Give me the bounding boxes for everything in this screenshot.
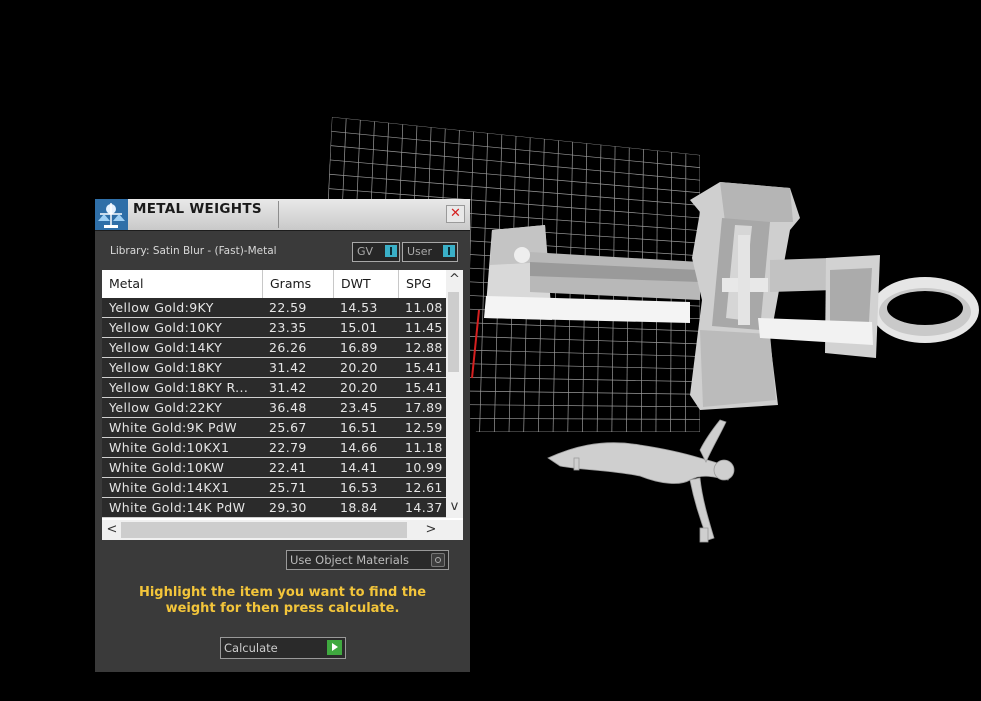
- table-cell-metal: White Gold:9K PdW: [109, 420, 238, 435]
- metal-weights-dialog: METAL WEIGHTS ✕ Library: Satin Blur - (F…: [95, 199, 470, 672]
- toggle-icon: [443, 245, 455, 257]
- toggle-icon: [385, 245, 397, 257]
- user-toggle[interactable]: User: [402, 242, 458, 262]
- table-row[interactable]: Yellow Gold:9KY 22.59 14.53 11.08: [102, 298, 454, 318]
- table-cell-metal: Yellow Gold:10KY: [109, 320, 223, 335]
- close-button[interactable]: ✕: [446, 205, 465, 223]
- table-cell-metal: Yellow Gold:14KY: [109, 340, 223, 355]
- table-cell-spg: 11.45: [405, 320, 443, 335]
- close-icon: ✕: [450, 206, 461, 221]
- table-cell-dwt: 20.20: [340, 360, 378, 375]
- table-cell-dwt: 23.45: [340, 400, 378, 415]
- axis-line: [471, 309, 480, 379]
- metals-table[interactable]: Metal Grams DWT SPG Yellow Gold:9KY 22.59…: [102, 270, 463, 540]
- chevron-right-icon[interactable]: >: [424, 522, 438, 538]
- table-row[interactable]: White Gold:14K PdW 29.30 18.84 14.37: [102, 498, 454, 518]
- table-row[interactable]: Yellow Gold:18KY R... 31.42 20.20 15.41: [102, 378, 454, 398]
- table-cell-metal: Yellow Gold:9KY: [109, 300, 214, 315]
- use-object-materials-label: Use Object Materials: [290, 553, 409, 567]
- gv-toggle-label: GV: [357, 245, 374, 258]
- use-object-materials-toggle[interactable]: Use Object Materials: [286, 550, 449, 570]
- dialog-title: METAL WEIGHTS: [133, 201, 262, 217]
- table-cell-grams: 36.48: [269, 400, 307, 415]
- table-cell-spg: 15.41: [405, 360, 443, 375]
- table-cell-metal: Yellow Gold:22KY: [109, 400, 223, 415]
- column-header-metal[interactable]: Metal: [109, 270, 144, 298]
- table-cell-spg: 14.37: [405, 500, 443, 515]
- table-cell-grams: 31.42: [269, 380, 307, 395]
- column-header-grams[interactable]: Grams: [270, 270, 311, 298]
- calculate-button[interactable]: Calculate: [220, 637, 346, 659]
- table-cell-dwt: 16.53: [340, 480, 378, 495]
- table-cell-metal: Yellow Gold:18KY R...: [109, 380, 249, 395]
- table-cell-spg: 11.08: [405, 300, 443, 315]
- table-row[interactable]: Yellow Gold:14KY 26.26 16.89 12.88: [102, 338, 454, 358]
- calculate-label: Calculate: [224, 641, 278, 655]
- table-cell-grams: 22.41: [269, 460, 307, 475]
- table-cell-grams: 22.59: [269, 300, 307, 315]
- chevron-left-icon[interactable]: <: [105, 522, 119, 538]
- table-cell-grams: 29.30: [269, 500, 307, 515]
- chevron-up-icon[interactable]: ^: [446, 272, 463, 288]
- table-cell-grams: 22.79: [269, 440, 307, 455]
- table-cell-dwt: 16.89: [340, 340, 378, 355]
- table-cell-dwt: 14.66: [340, 440, 378, 455]
- table-row[interactable]: White Gold:14KX1 25.71 16.53 12.61: [102, 478, 454, 498]
- scroll-thumb[interactable]: [121, 522, 407, 538]
- table-cell-dwt: 15.01: [340, 320, 378, 335]
- table-row[interactable]: White Gold:10KX1 22.79 14.66 11.18: [102, 438, 454, 458]
- title-bar[interactable]: METAL WEIGHTS ✕: [95, 199, 470, 231]
- table-cell-spg: 12.59: [405, 420, 443, 435]
- table-cell-spg: 12.61: [405, 480, 443, 495]
- table-cell-grams: 25.67: [269, 420, 307, 435]
- table-cell-dwt: 14.53: [340, 300, 378, 315]
- table-cell-spg: 12.88: [405, 340, 443, 355]
- table-cell-dwt: 18.84: [340, 500, 378, 515]
- table-cell-grams: 25.71: [269, 480, 307, 495]
- vertical-scrollbar[interactable]: ^ v: [446, 270, 463, 518]
- table-cell-metal: White Gold:10KX1: [109, 440, 230, 455]
- table-cell-grams: 26.26: [269, 340, 307, 355]
- column-header-dwt[interactable]: DWT: [341, 270, 371, 298]
- table-cell-spg: 10.99: [405, 460, 443, 475]
- table-row[interactable]: Yellow Gold:22KY 36.48 23.45 17.89: [102, 398, 454, 418]
- chevron-down-icon[interactable]: v: [446, 499, 463, 515]
- gv-toggle[interactable]: GV: [352, 242, 400, 262]
- corpus-figure: [547, 419, 735, 543]
- table-cell-metal: Yellow Gold:18KY: [109, 360, 223, 375]
- table-cell-grams: 31.42: [269, 360, 307, 375]
- scroll-thumb[interactable]: [448, 292, 459, 372]
- play-icon: [327, 640, 342, 655]
- title-divider: [278, 201, 279, 228]
- table-cell-spg: 11.18: [405, 440, 443, 455]
- table-cell-dwt: 14.41: [340, 460, 378, 475]
- pendant-bail: [871, 277, 979, 343]
- horizontal-scrollbar[interactable]: < >: [102, 520, 463, 540]
- table-cell-metal: White Gold:10KW: [109, 460, 225, 475]
- column-header-spg[interactable]: SPG: [406, 270, 431, 298]
- table-row[interactable]: White Gold:9K PdW 25.67 16.51 12.59: [102, 418, 454, 438]
- table-row[interactable]: White Gold:10KW 22.41 14.41 10.99: [102, 458, 454, 478]
- table-cell-grams: 23.35: [269, 320, 307, 335]
- table-row[interactable]: Yellow Gold:10KY 23.35 15.01 11.45: [102, 318, 454, 338]
- table-row[interactable]: Yellow Gold:18KY 31.42 20.20 15.41: [102, 358, 454, 378]
- instruction-text: Highlight the item you want to find the …: [138, 585, 427, 616]
- user-toggle-label: User: [407, 245, 433, 258]
- table-cell-spg: 17.89: [405, 400, 443, 415]
- table-cell-spg: 15.41: [405, 380, 443, 395]
- radio-icon: [431, 553, 445, 567]
- table-cell-dwt: 16.51: [340, 420, 378, 435]
- library-label: Library: Satin Blur - (Fast)-Metal: [110, 245, 277, 257]
- table-cell-metal: White Gold:14K PdW: [109, 500, 246, 515]
- table-cell-dwt: 20.20: [340, 380, 378, 395]
- balance-scale-icon: [95, 199, 128, 230]
- table-cell-metal: White Gold:14KX1: [109, 480, 230, 495]
